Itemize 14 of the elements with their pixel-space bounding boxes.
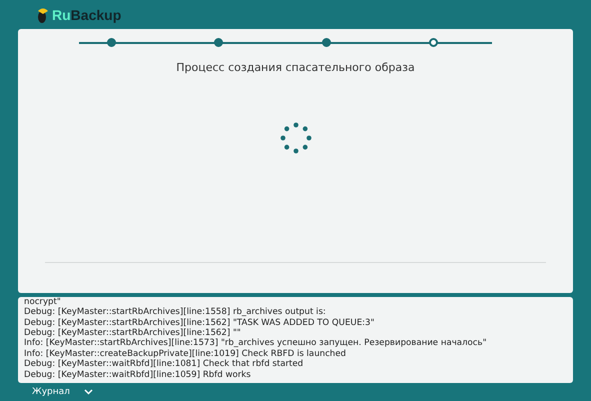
app-logo: RuBackup bbox=[52, 6, 122, 22]
journal-toggle[interactable]: Журнал bbox=[32, 387, 70, 397]
log-line: Info: [KeyMaster::createBackupPrivate][line:1019] Check RBFD is launched bbox=[24, 348, 348, 360]
loading-spinner-icon bbox=[278, 120, 314, 156]
step-title: Процесс создания спасательного образа bbox=[176, 61, 415, 74]
log-line: Info: [KeyMaster::startRbArchives][line:1573] "rb_archives успешно запущен. Резервирование началось" bbox=[24, 338, 488, 349]
log-line: Debug: [KeyMaster::startRbArchives][line:1562] "" bbox=[24, 328, 242, 338]
log-line: Debug: [KeyMaster::waitRbfd][line:1081] Check that rbfd started bbox=[24, 359, 304, 370]
log-line: Debug: [KeyMaster::startRbArchives][line:1562] "TASK WAS ADDED TO QUEUE:3" bbox=[24, 318, 376, 328]
log-line: Debug: [KeyMaster::startRbArchives][line:1558] rb_archives output is: bbox=[24, 307, 327, 318]
toucan-logo-icon bbox=[35, 6, 49, 24]
log-line: nocrypt" bbox=[24, 297, 62, 308]
log-line: Debug: [KeyMaster::waitRbfd][line:1059] Rbfd works bbox=[24, 370, 252, 380]
chevron-down-icon[interactable] bbox=[84, 389, 93, 395]
